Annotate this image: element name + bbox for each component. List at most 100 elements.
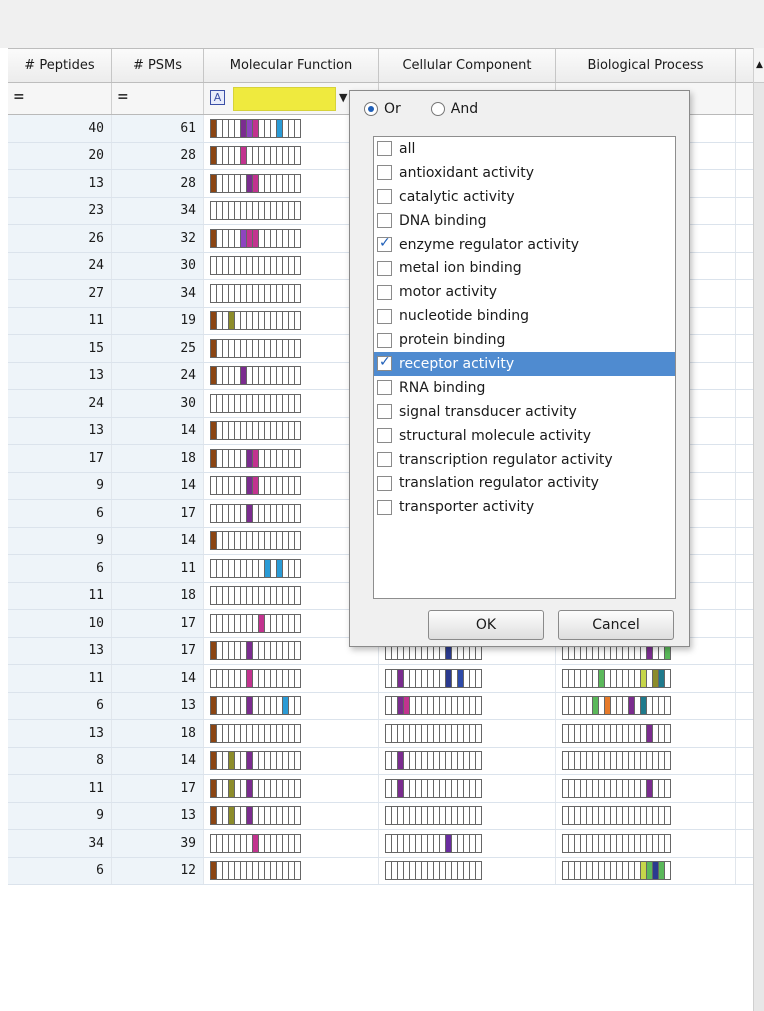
go-term-item[interactable]: receptor activity bbox=[374, 352, 675, 376]
cancel-button[interactable]: Cancel bbox=[558, 610, 674, 640]
peptides-cell: 40 bbox=[8, 115, 112, 142]
go-term-label: transporter activity bbox=[399, 499, 535, 516]
table-row[interactable]: 11 14 bbox=[8, 665, 753, 693]
radio-or-dot[interactable] bbox=[364, 102, 378, 116]
radio-and-dot[interactable] bbox=[430, 102, 445, 116]
radio-and[interactable]: And bbox=[430, 101, 478, 117]
go-annotation-strip bbox=[210, 228, 301, 248]
checkbox[interactable] bbox=[377, 260, 392, 276]
go-term-item[interactable]: protein binding bbox=[374, 328, 675, 352]
go-term-item[interactable]: antioxidant activity bbox=[374, 161, 675, 185]
column-header-biological-process[interactable]: Biological Process bbox=[556, 49, 736, 82]
biological-process-cell bbox=[556, 802, 736, 829]
go-category-cell bbox=[294, 723, 301, 743]
psms-cell: 17 bbox=[112, 775, 204, 802]
checkbox[interactable] bbox=[377, 308, 392, 324]
go-term-item[interactable]: metal ion binding bbox=[374, 256, 675, 280]
peptides-cell: 27 bbox=[8, 280, 112, 307]
table-row[interactable]: 8 14 bbox=[8, 747, 753, 775]
checkbox[interactable] bbox=[377, 213, 392, 229]
psms-cell: 28 bbox=[112, 170, 204, 197]
psms-cell: 13 bbox=[112, 692, 204, 719]
go-category-cell bbox=[294, 861, 301, 881]
checkbox[interactable] bbox=[377, 165, 392, 181]
text-filter-icon[interactable]: A bbox=[210, 90, 225, 105]
go-term-item[interactable]: signal transducer activity bbox=[374, 400, 675, 424]
go-category-cell bbox=[664, 778, 671, 798]
mf-filter-field[interactable] bbox=[233, 87, 336, 111]
go-term-label: catalytic activity bbox=[399, 188, 515, 205]
table-row[interactable]: 9 13 bbox=[8, 802, 753, 830]
vertical-scrollbar[interactable]: ▲ bbox=[753, 48, 764, 1011]
checkbox[interactable] bbox=[377, 380, 392, 396]
go-term-label: RNA binding bbox=[399, 379, 486, 396]
checkbox[interactable] bbox=[377, 284, 392, 300]
radio-or-label: Or bbox=[384, 101, 401, 117]
table-row[interactable]: 6 13 bbox=[8, 692, 753, 720]
column-header-psms[interactable]: # PSMs bbox=[112, 49, 204, 82]
checkbox[interactable] bbox=[377, 235, 392, 252]
go-category-cell bbox=[475, 751, 482, 771]
checkbox[interactable] bbox=[377, 141, 392, 157]
go-category-cell bbox=[294, 393, 301, 413]
column-header-molecular-function[interactable]: Molecular Function bbox=[204, 49, 379, 82]
checkbox[interactable] bbox=[377, 452, 392, 468]
table-row[interactable]: 13 18 bbox=[8, 720, 753, 748]
filter-psms[interactable]: = bbox=[112, 83, 204, 114]
go-category-cell bbox=[475, 833, 482, 853]
checkbox[interactable] bbox=[377, 189, 392, 205]
go-term-item[interactable]: motor activity bbox=[374, 280, 675, 304]
psms-cell: 24 bbox=[112, 362, 204, 389]
go-category-cell bbox=[294, 503, 301, 523]
go-term-item[interactable]: structural molecule activity bbox=[374, 424, 675, 448]
radio-or[interactable]: Or bbox=[364, 101, 401, 117]
go-category-cell bbox=[475, 723, 482, 743]
ok-button[interactable]: OK bbox=[428, 610, 544, 640]
go-term-item[interactable]: translation regulator activity bbox=[374, 471, 675, 495]
go-category-cell bbox=[294, 118, 301, 138]
go-annotation-strip bbox=[210, 613, 301, 633]
column-header-peptides[interactable]: # Peptides bbox=[8, 49, 112, 82]
go-category-cell bbox=[294, 201, 301, 221]
go-term-item[interactable]: RNA binding bbox=[374, 376, 675, 400]
go-term-item[interactable]: nucleotide binding bbox=[374, 304, 675, 328]
chevron-down-icon[interactable]: ▼ bbox=[339, 91, 347, 104]
table-row[interactable]: 34 39 bbox=[8, 830, 753, 858]
scroll-up-arrow-icon[interactable]: ▲ bbox=[754, 48, 764, 83]
checkbox[interactable] bbox=[377, 428, 392, 444]
go-annotation-strip bbox=[210, 118, 301, 138]
go-term-label: DNA binding bbox=[399, 212, 487, 229]
cellular-component-cell bbox=[379, 775, 556, 802]
biological-process-cell bbox=[556, 857, 736, 884]
go-term-item[interactable]: DNA binding bbox=[374, 209, 675, 233]
go-annotation-strip bbox=[210, 421, 301, 441]
go-category-cell bbox=[294, 806, 301, 826]
checkbox[interactable] bbox=[377, 354, 392, 372]
go-term-item[interactable]: all bbox=[374, 137, 675, 161]
filter-peptides[interactable]: = bbox=[8, 83, 112, 114]
checkbox[interactable] bbox=[377, 475, 392, 491]
table-row[interactable]: 6 12 bbox=[8, 857, 753, 885]
checkbox[interactable] bbox=[377, 404, 392, 420]
go-annotation-strip bbox=[562, 668, 671, 688]
go-term-item[interactable]: transcription regulator activity bbox=[374, 448, 675, 472]
go-term-label: translation regulator activity bbox=[399, 475, 599, 492]
go-category-cell bbox=[475, 668, 482, 688]
go-term-item[interactable]: catalytic activity bbox=[374, 185, 675, 209]
psms-cell: 18 bbox=[112, 445, 204, 472]
table-row[interactable]: 11 17 bbox=[8, 775, 753, 803]
checkbox[interactable] bbox=[377, 499, 392, 515]
column-header-cellular-component[interactable]: Cellular Component bbox=[379, 49, 556, 82]
go-term-item[interactable]: enzyme regulator activity bbox=[374, 233, 675, 257]
peptides-cell: 9 bbox=[8, 527, 112, 554]
psms-cell: 13 bbox=[112, 802, 204, 829]
go-category-cell bbox=[664, 696, 671, 716]
go-annotation-strip bbox=[562, 696, 671, 716]
psms-cell: 34 bbox=[112, 197, 204, 224]
go-term-item[interactable]: transporter activity bbox=[374, 495, 675, 519]
go-annotation-strip bbox=[210, 696, 301, 716]
peptides-cell: 10 bbox=[8, 610, 112, 637]
go-term-label: protein binding bbox=[399, 332, 506, 349]
go-annotation-strip bbox=[385, 723, 482, 743]
checkbox[interactable] bbox=[377, 332, 392, 348]
